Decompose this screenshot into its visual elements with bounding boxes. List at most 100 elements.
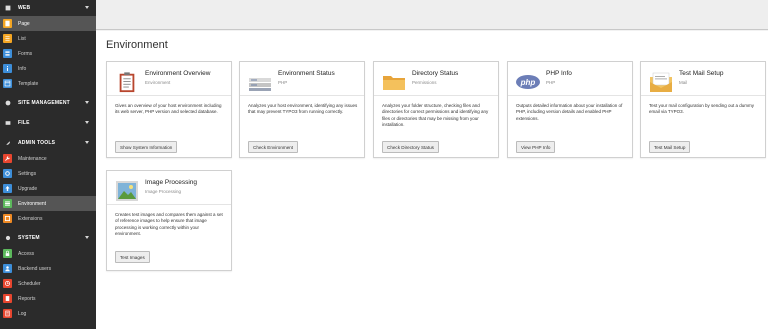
page-title: Environment (106, 39, 168, 51)
card-subtitle: Environment (145, 80, 171, 85)
envelope-icon (649, 70, 673, 94)
sidebar-item-settings[interactable]: Settings (0, 166, 96, 181)
forms-icon (3, 49, 12, 58)
card-environment-overview: Environment Overview Environment Gives a… (106, 61, 232, 158)
view-php-info-button[interactable]: View PHP Info (516, 141, 556, 153)
wrench-icon (3, 154, 12, 163)
server-icon (248, 70, 272, 94)
card-environment-status: Environment Status PHP Analyzes your hos… (239, 61, 365, 158)
sidebar-item-label: Log (18, 310, 27, 317)
sidebar-item-forms[interactable]: Forms (0, 46, 96, 61)
card-divider (107, 95, 231, 96)
sidebar-item-label: Upgrade (18, 185, 38, 192)
check-directory-status-button[interactable]: Check Directory Status (382, 141, 439, 153)
sidebar-item-label: Backend users (18, 265, 52, 272)
section-title: FILE (18, 120, 30, 126)
sidebar-item-page[interactable]: Page (0, 16, 96, 31)
globe-icon (5, 5, 11, 11)
test-mail-setup-button[interactable]: Test Mail Setup (649, 141, 691, 153)
list-icon (3, 34, 12, 43)
reports-icon (3, 294, 12, 303)
rocket-icon (5, 140, 11, 146)
chevron-down-icon (85, 101, 89, 104)
docheader (96, 0, 768, 30)
info-icon (3, 64, 12, 73)
card-description: Creates test images and compares them ag… (115, 212, 223, 237)
sidebar-item-label: Extensions (18, 215, 43, 222)
card-image-processing: Image Processing Image Processing Create… (106, 170, 232, 271)
card-title: Directory Status (412, 70, 459, 77)
log-icon (3, 309, 12, 318)
sidebar-item-reports[interactable]: Reports (0, 291, 96, 306)
card-divider (508, 95, 632, 96)
check-environment-button[interactable]: Check Environment (248, 141, 299, 153)
sidebar-item-label: Settings (18, 170, 37, 177)
sidebar-item-maintenance[interactable]: Maintenance (0, 151, 96, 166)
sidebar-item-label: Access (18, 250, 35, 257)
php-logo-text: php (520, 78, 536, 87)
gear-icon (5, 235, 11, 241)
sidebar-item-upgrade[interactable]: Upgrade (0, 181, 96, 196)
chevron-down-icon (85, 6, 89, 9)
sidebar-item-environment[interactable]: Environment (0, 196, 96, 211)
module-content: Environment Environment Overview Environ… (96, 31, 768, 329)
section-site-management[interactable]: SITE MANAGEMENT (0, 95, 96, 111)
card-subtitle: PHP (546, 80, 556, 85)
sidebar-item-template[interactable]: Template (0, 76, 96, 91)
sidebar-item-info[interactable]: Info (0, 61, 96, 76)
php-icon: php (516, 70, 540, 94)
sidebar-item-extensions[interactable]: Extensions (0, 211, 96, 226)
sidebar-item-label: Scheduler (18, 280, 41, 287)
file-icon (5, 120, 11, 126)
sidebar-item-log[interactable]: Log (0, 306, 96, 321)
section-file[interactable]: FILE (0, 115, 96, 131)
user-icon (3, 264, 12, 273)
sidebar-item-label: List (18, 35, 26, 42)
sidebar-item-label: Environment (18, 200, 47, 207)
sidebar-item-list[interactable]: List (0, 31, 96, 46)
module-menu: WEB Page List Forms Info Template SITE M… (0, 0, 96, 329)
card-title: Environment Overview (145, 70, 211, 77)
sidebar-item-label: Reports (18, 295, 36, 302)
card-description: Analyzes your host environment, identify… (248, 103, 358, 115)
site-management-icon (5, 100, 11, 106)
environment-icon (3, 199, 12, 208)
section-admin-tools[interactable]: ADMIN TOOLS (0, 135, 96, 151)
card-directory-status: Directory Status Permissions Analyzes yo… (373, 61, 499, 158)
sidebar-item-backend-users[interactable]: Backend users (0, 261, 96, 276)
card-title: Image Processing (145, 179, 198, 186)
sidebar-item-label: Page (18, 20, 30, 27)
card-subtitle: Mail (679, 80, 688, 85)
section-title: ADMIN TOOLS (18, 140, 56, 146)
sidebar-item-label: Forms (18, 50, 33, 57)
card-description: Gives an overview of your host environme… (115, 103, 222, 115)
card-test-mail-setup: Test Mail Setup Mail Test your mail conf… (640, 61, 766, 158)
card-subtitle: Image Processing (145, 189, 182, 194)
sidebar-item-label: Info (18, 65, 27, 72)
card-subtitle: Permissions (412, 80, 437, 85)
settings-icon (3, 169, 12, 178)
sidebar-item-label: Maintenance (18, 155, 47, 162)
card-php-info: php PHP Info PHP Outputs detailed inform… (507, 61, 633, 158)
section-web[interactable]: WEB (0, 0, 96, 16)
page-icon (3, 19, 12, 28)
test-images-button[interactable]: Test Images (115, 251, 150, 263)
show-system-information-button[interactable]: Show System Information (115, 141, 178, 153)
card-divider (240, 95, 364, 96)
sidebar-item-access[interactable]: Access (0, 246, 96, 261)
extensions-icon (3, 214, 12, 223)
upgrade-icon (3, 184, 12, 193)
chevron-down-icon (85, 121, 89, 124)
section-title: SYSTEM (18, 235, 40, 241)
sidebar-item-scheduler[interactable]: Scheduler (0, 276, 96, 291)
chevron-down-icon (85, 236, 89, 239)
card-divider (641, 95, 765, 96)
sidebar-item-label: Template (18, 80, 39, 87)
section-title: WEB (18, 5, 31, 11)
scheduler-icon (3, 279, 12, 288)
lock-icon (3, 249, 12, 258)
card-subtitle: PHP (278, 80, 288, 85)
card-description: Test your mail configuration by sending … (649, 103, 755, 115)
section-system[interactable]: SYSTEM (0, 230, 96, 246)
folder-icon (382, 70, 406, 94)
